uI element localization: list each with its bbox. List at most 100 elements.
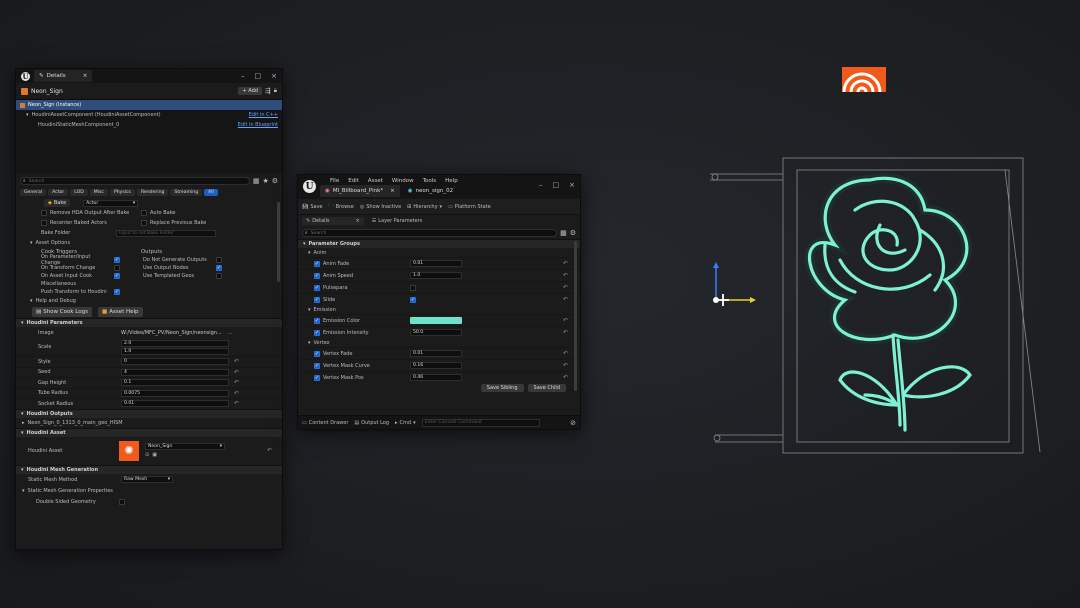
minimize-icon[interactable]: –	[241, 72, 245, 80]
reset-arrow-icon[interactable]: ↶	[234, 358, 239, 365]
help-debug-header[interactable]: ▾ Help and Debug	[16, 296, 282, 306]
material-param-input[interactable]: 0.01	[410, 350, 462, 357]
param-override-checkbox[interactable]: ✓	[314, 272, 320, 279]
tab-neon-sign[interactable]: ◉ neon_sign_02	[402, 185, 459, 197]
browse-dots-icon[interactable]: …	[228, 330, 233, 336]
param-value-input[interactable]: 4	[121, 368, 229, 376]
bake-folder-input[interactable]: Input to set Bake Folder	[116, 229, 216, 237]
tab-material-instance[interactable]: ◉ MI_Billboard_Pink* ×	[320, 185, 400, 197]
tab-details[interactable]: ✎ Details ×	[34, 70, 93, 82]
close-icon[interactable]: ×	[569, 181, 575, 189]
save-sibling-button[interactable]: Save Sibling	[480, 384, 524, 392]
filter-tab-lod[interactable]: LOD	[70, 189, 88, 196]
material-param-input[interactable]: 0.01	[410, 260, 462, 267]
edit-in-blueprint-link[interactable]: Edit in Blueprint	[238, 122, 278, 128]
cook-trigger-checkbox[interactable]: ✓	[114, 257, 120, 263]
show-inactive-button[interactable]: ◎ Show Inactive	[360, 204, 401, 210]
menu-asset[interactable]: Asset	[368, 178, 383, 184]
neon-sign-viewport-object[interactable]	[705, 150, 1050, 460]
console-command-input[interactable]: Enter Console Command	[421, 418, 540, 427]
push-transform-checkbox[interactable]: ✓	[114, 289, 120, 295]
filter-tab-misc[interactable]: Misc	[89, 189, 108, 196]
settings-gear-icon[interactable]: ⚙	[570, 229, 576, 237]
reset-arrow-icon[interactable]: ↶	[563, 284, 568, 291]
asset-help-button[interactable]: ■ Asset Help	[98, 307, 143, 317]
scale-x-input[interactable]: 2.0	[121, 339, 229, 347]
auto-bake-checkbox[interactable]	[141, 210, 147, 216]
platform-state-button[interactable]: ▭ Platform State	[448, 204, 491, 210]
param-override-checkbox[interactable]: ✓	[314, 329, 320, 336]
save-button[interactable]: 💾︎ Save	[302, 204, 323, 210]
remove-hda-checkbox[interactable]	[41, 210, 47, 216]
asset-options-header[interactable]: ▾ Asset Options	[16, 238, 282, 248]
reset-arrow-icon[interactable]: ↶	[563, 329, 568, 336]
add-component-button[interactable]: + Add	[238, 87, 262, 95]
param-override-checkbox[interactable]: ✓	[314, 296, 320, 303]
reset-arrow-icon[interactable]: ↶	[234, 390, 239, 397]
output-option-checkbox[interactable]	[216, 257, 222, 263]
reset-arrow-icon[interactable]: ↶	[563, 296, 568, 303]
material-param-input[interactable]: 1.0	[410, 272, 462, 279]
output-item-row[interactable]: ▸ Neon_Sign_0_1313_0_main_geo_HISM	[16, 418, 282, 428]
param-override-checkbox[interactable]: ✓	[314, 362, 320, 369]
param-value-input[interactable]: 0.0075	[121, 389, 229, 397]
filter-tab-all[interactable]: All	[204, 189, 218, 196]
double-sided-checkbox[interactable]	[119, 498, 125, 505]
tree-item-instance[interactable]: Neon_Sign (Instance)	[16, 100, 282, 110]
filter-tab-rendering[interactable]: Rendering	[136, 189, 169, 196]
reset-arrow-icon[interactable]: ↶	[563, 272, 568, 279]
param-override-checkbox[interactable]: ✓	[314, 374, 320, 381]
houdini-asset-header[interactable]: ▾ Houdini Asset	[16, 427, 282, 437]
parameter-groups-header[interactable]: ▾ Parameter Groups	[298, 239, 580, 248]
material-param-input[interactable]: 0.16	[410, 362, 462, 369]
asset-thumbnail-icon[interactable]: ✺	[119, 440, 139, 461]
maximize-icon[interactable]: □	[553, 181, 560, 189]
static-mesh-method-select[interactable]: Raw Mesh ▾	[121, 476, 173, 483]
edit-in-cpp-link[interactable]: Edit in C++	[249, 112, 278, 118]
recenter-checkbox[interactable]	[41, 220, 47, 226]
lock-icon[interactable]: 🔒︎	[274, 87, 277, 95]
reset-arrow-icon[interactable]: ↶	[234, 369, 239, 376]
houdini-asset-select[interactable]: Neon_Sign ▾	[145, 443, 225, 450]
menu-file[interactable]: File	[330, 178, 339, 184]
close-tab-icon[interactable]: ×	[356, 218, 360, 224]
output-option-checkbox[interactable]	[216, 273, 222, 279]
filter-tab-general[interactable]: General	[20, 189, 47, 196]
reset-arrow-icon[interactable]: ↶	[563, 317, 568, 324]
cook-trigger-checkbox[interactable]: ✓	[114, 273, 120, 279]
reset-arrow-icon[interactable]: ↶	[563, 260, 568, 267]
scale-y-input[interactable]: 1.0	[121, 347, 229, 355]
bake-mode-select[interactable]: Actor ▾	[83, 199, 139, 207]
save-child-button[interactable]: Save Child	[527, 384, 566, 392]
settings-gear-icon[interactable]: ⚙	[272, 177, 278, 185]
material-param-input[interactable]: 0.46	[410, 374, 462, 381]
content-drawer-button[interactable]: ▭ Content Drawer	[302, 420, 348, 426]
reset-arrow-icon[interactable]: ↶	[234, 379, 239, 386]
menu-edit[interactable]: Edit	[348, 178, 359, 184]
hierarchy-button[interactable]: ⊞ Hierarchy ▾	[407, 204, 442, 210]
filter-tab-physics[interactable]: Physics	[109, 189, 135, 196]
filter-tab-actor[interactable]: Actor	[48, 189, 69, 196]
output-log-button[interactable]: ▤ Output Log	[354, 420, 389, 426]
subtab-layer-parameters[interactable]: ☰ Layer Parameters	[372, 218, 423, 224]
param-override-checkbox[interactable]: ✓	[314, 260, 320, 267]
close-tab-icon[interactable]: ×	[390, 188, 395, 194]
reset-arrow-icon[interactable]: ↶	[234, 400, 239, 407]
menu-tools[interactable]: Tools	[423, 178, 437, 184]
houdini-parameters-header[interactable]: ▾ Houdini Parameters	[16, 318, 282, 327]
replace-previous-checkbox[interactable]	[141, 220, 147, 226]
navigate-arrow-icon[interactable]: ⊙	[145, 452, 149, 458]
bake-button[interactable]: ◆ Bake	[44, 199, 71, 207]
details-scrollbar[interactable]	[277, 202, 280, 282]
reset-arrow-icon[interactable]: ↶	[563, 362, 568, 369]
maximize-icon[interactable]: □	[255, 72, 262, 80]
emission-color-swatch[interactable]	[410, 317, 462, 324]
grid-view-icon[interactable]: ▦	[253, 177, 260, 185]
show-cook-logs-button[interactable]: ▤ Show Cook Logs	[32, 307, 92, 317]
vertex-group-header[interactable]: ▾ Vertex	[298, 338, 580, 347]
minimize-icon[interactable]: –	[539, 181, 543, 189]
mesh-generation-header[interactable]: ▾ Houdini Mesh Generation	[16, 464, 282, 474]
close-tab-icon[interactable]: ×	[83, 73, 88, 79]
reset-arrow-icon[interactable]: ↶	[563, 350, 568, 357]
emission-group-header[interactable]: ▾ Emission	[298, 305, 580, 314]
